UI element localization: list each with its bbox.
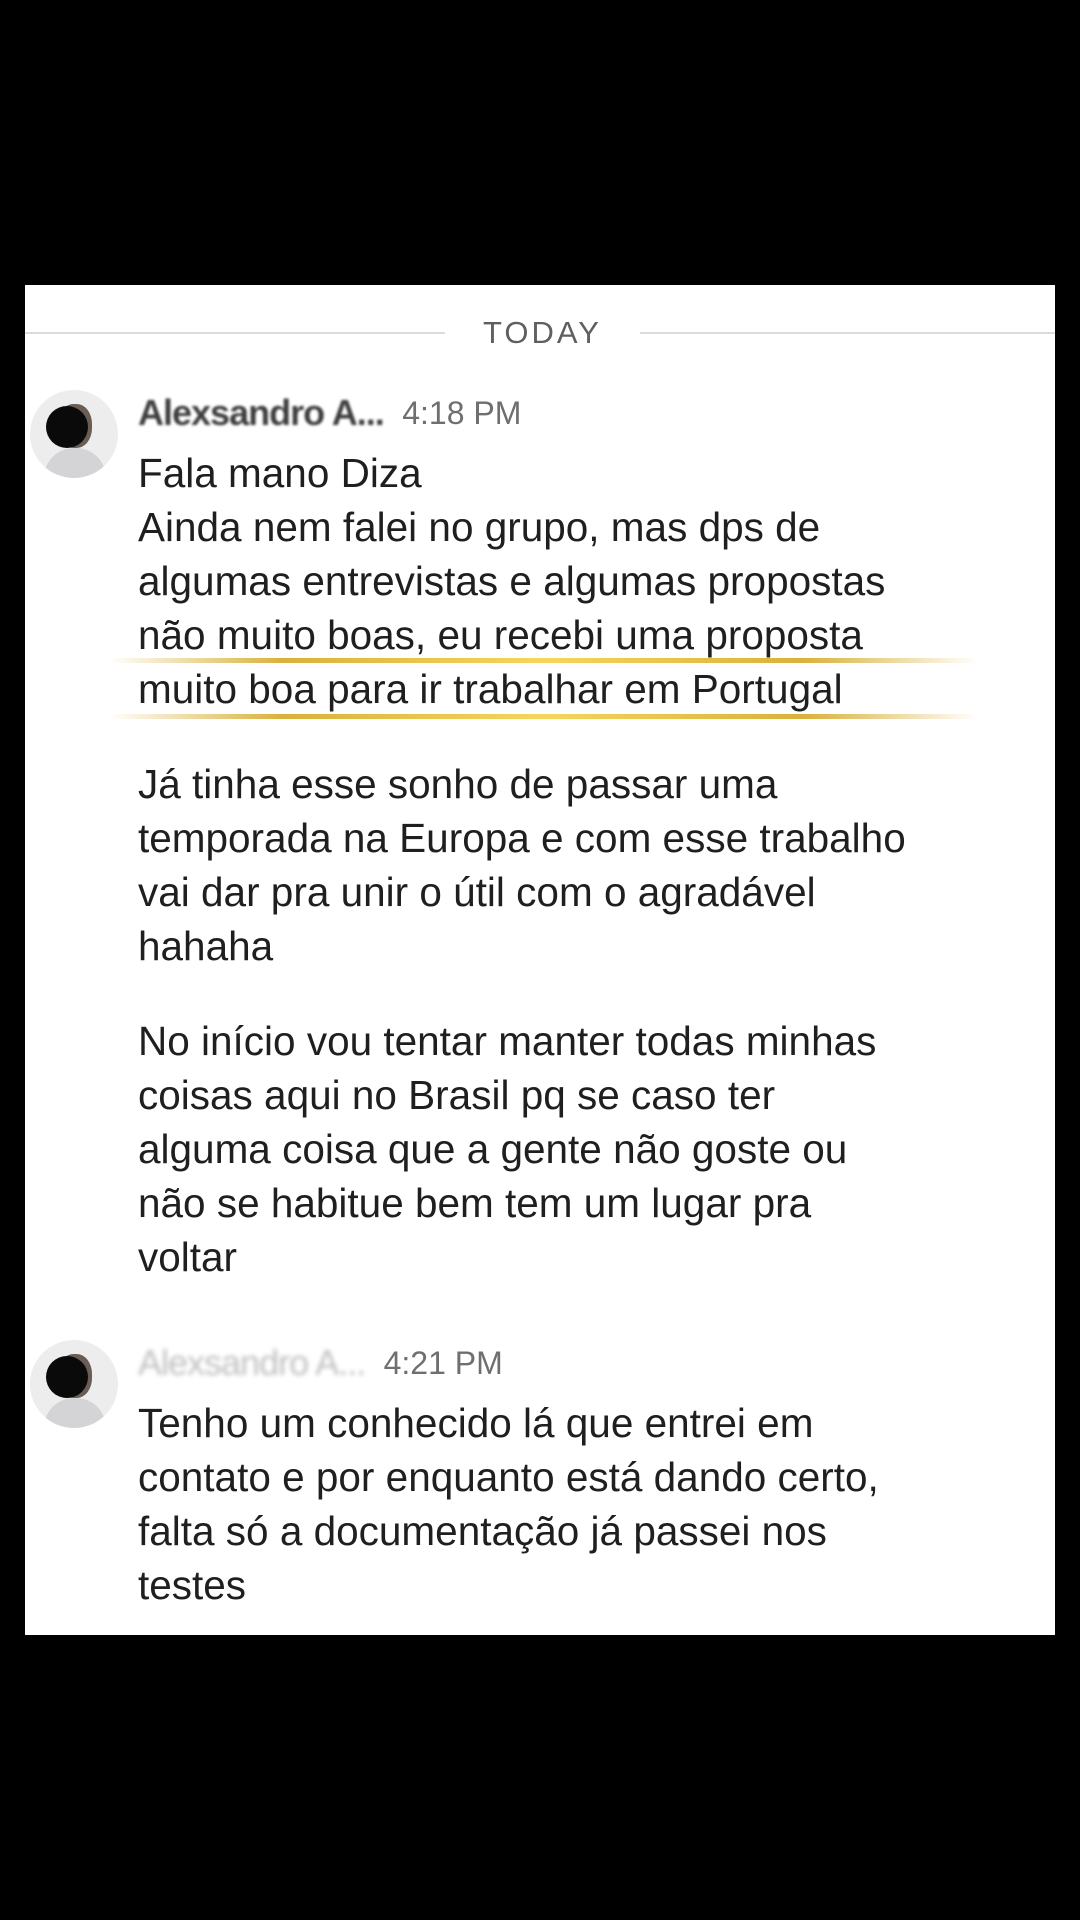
date-divider: TODAY [25, 313, 1055, 353]
message-timestamp: 4:21 PM [383, 1344, 503, 1381]
highlighted-line: muito boa para ir trabalhar em Portugal [108, 662, 1038, 719]
message-line: temporada na Europa e com esse trabalho [138, 815, 906, 861]
message-line: coisas aqui no Brasil pq se caso ter [138, 1072, 776, 1118]
chat-card: TODAY Alexsandro A... 4:18 PM Fala mano … [25, 285, 1055, 1635]
gold-highlight-underline [108, 714, 978, 719]
message-meta: Alexsandro A... 4:21 PM [138, 1342, 503, 1386]
divider-line-left [25, 332, 445, 334]
highlighted-line: não muito boas, eu recebi uma proposta [108, 608, 1038, 663]
message-line: algumas entrevistas e algumas propostas [138, 558, 886, 604]
avatar-redaction [46, 406, 88, 448]
message-timestamp: 4:18 PM [402, 394, 522, 431]
sender-name[interactable]: Alexsandro A... [138, 1342, 366, 1384]
message-line: contato e por enquanto está dando certo, [138, 1454, 879, 1500]
message-line: vai dar pra unir o útil com o agradável [138, 869, 816, 915]
message-paragraph: No início vou tentar manter todas minhas… [138, 1014, 1038, 1284]
message-line: Tenho um conhecido lá que entrei em [138, 1400, 814, 1446]
sender-name[interactable]: Alexsandro A... [138, 392, 385, 434]
message-meta: Alexsandro A... 4:18 PM [138, 392, 521, 436]
avatar-body-shape [44, 448, 106, 478]
message-text: Tenho um conhecido lá que entrei em cont… [138, 1396, 1038, 1612]
message-line: No início vou tentar manter todas minhas [138, 1018, 877, 1064]
message-line: Fala mano Diza [138, 450, 422, 496]
avatar-body-shape [44, 1398, 106, 1428]
message-line: não se habitue bem tem um lugar pra [138, 1180, 812, 1226]
message-paragraph: Tenho um conhecido lá que entrei em cont… [138, 1396, 1038, 1612]
message-line: Já tinha esse sonho de passar uma [138, 761, 778, 807]
message-line: falta só a documentação já passei nos [138, 1508, 827, 1554]
message-line: Ainda nem falei no grupo, mas dps de [138, 504, 821, 550]
message-line: hahaha [138, 923, 274, 969]
message-line: voltar [138, 1234, 238, 1280]
message-line: alguma coisa que a gente não goste ou [138, 1126, 848, 1172]
avatar[interactable] [30, 390, 118, 478]
avatar-redaction [46, 1356, 88, 1398]
message-line: testes [138, 1562, 247, 1608]
message-paragraph: Já tinha esse sonho de passar uma tempor… [138, 757, 1038, 973]
date-divider-label: TODAY [483, 315, 602, 350]
message-line: muito boa para ir trabalhar em Portugal [138, 666, 843, 712]
divider-line-right [640, 332, 1055, 334]
message-paragraph: Fala mano Diza Ainda nem falei no grupo,… [108, 446, 1038, 719]
message-text: Fala mano Diza Ainda nem falei no grupo,… [108, 446, 1038, 1284]
message-line: não muito boas, eu recebi uma proposta [138, 612, 863, 658]
avatar[interactable] [30, 1340, 118, 1428]
